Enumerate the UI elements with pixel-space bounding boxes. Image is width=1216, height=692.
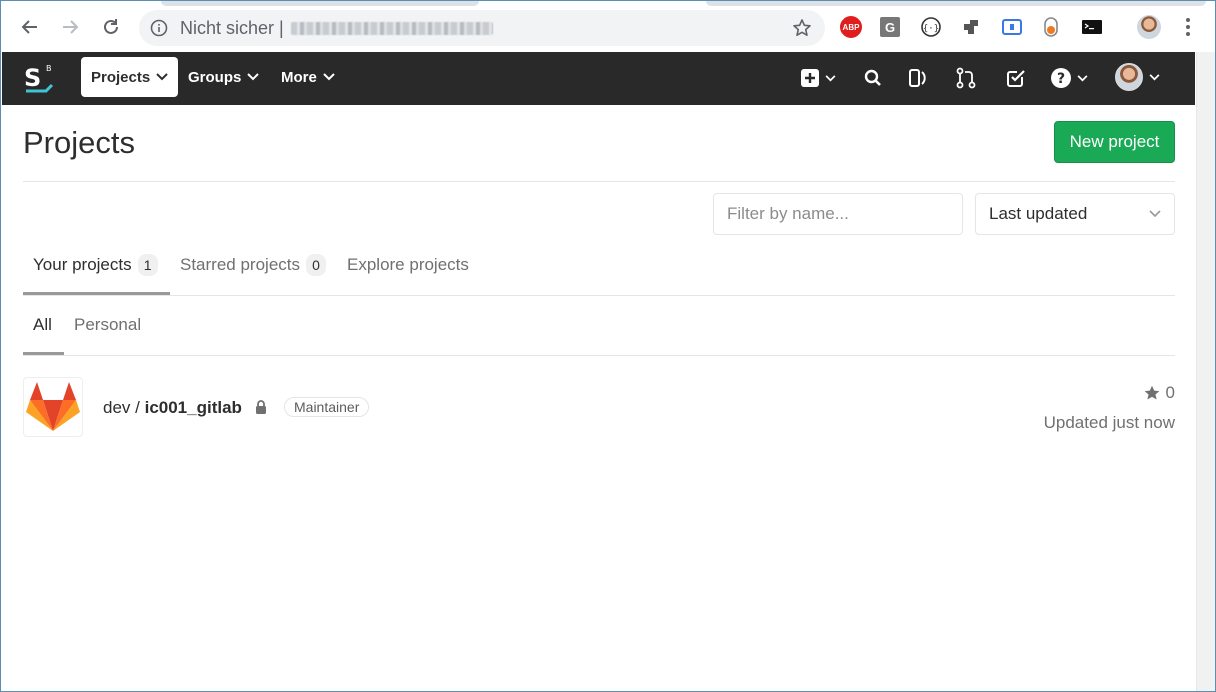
updated-timestamp: Updated just now bbox=[1043, 413, 1175, 432]
blurred-url bbox=[291, 22, 493, 35]
subtab-label: All bbox=[33, 315, 52, 334]
browser-window: Nicht sicher | ABP G {·} S B Projects Gr… bbox=[0, 0, 1216, 692]
merge-request-icon[interactable] bbox=[956, 65, 976, 91]
tab-strip-hint bbox=[706, 1, 1206, 6]
gesture-icon[interactable]: G bbox=[880, 17, 900, 37]
new-item-dropdown[interactable] bbox=[801, 65, 836, 91]
project-name: ic001_gitlab bbox=[144, 398, 242, 417]
tab-explore-projects[interactable]: Explore projects bbox=[347, 245, 469, 285]
tab-label: Your projects bbox=[33, 255, 132, 274]
subtab-personal[interactable]: Personal bbox=[74, 305, 141, 345]
user-menu-dropdown[interactable] bbox=[1115, 63, 1160, 91]
nav-groups-label: Groups bbox=[188, 68, 242, 86]
user-avatar[interactable] bbox=[1137, 15, 1161, 39]
screen-icon[interactable] bbox=[1001, 16, 1023, 38]
star-count-value: 0 bbox=[1165, 383, 1175, 402]
filter-by-name-input[interactable] bbox=[713, 193, 963, 235]
terminal-icon[interactable] bbox=[1081, 16, 1103, 38]
divider bbox=[23, 295, 1175, 296]
browser-toolbar: Nicht sicher | ABP G {·} bbox=[1, 1, 1215, 52]
address-bar[interactable]: Nicht sicher | bbox=[139, 10, 825, 46]
help-dropdown[interactable]: ? bbox=[1051, 65, 1088, 91]
project-row[interactable]: dev / ic001_gitlab Maintainer 0 Updated … bbox=[23, 377, 1175, 437]
todo-icon[interactable] bbox=[908, 65, 928, 91]
info-icon[interactable] bbox=[149, 18, 169, 38]
star-count[interactable]: 0 bbox=[1144, 383, 1175, 403]
gitlab-navbar: S B Projects Groups More ? bbox=[2, 52, 1195, 105]
security-label: Nicht sicher | bbox=[180, 18, 284, 38]
bookmark-star-icon[interactable] bbox=[791, 17, 813, 39]
svg-text:?: ? bbox=[1057, 71, 1065, 87]
checkbox-icon[interactable] bbox=[1006, 65, 1026, 91]
forward-arrow-icon[interactable] bbox=[56, 13, 84, 41]
svg-text:S: S bbox=[24, 64, 41, 92]
tab-label: Explore projects bbox=[347, 255, 469, 274]
nav-projects-dropdown[interactable]: Projects bbox=[81, 57, 179, 97]
page-title: Projects bbox=[23, 125, 135, 160]
tab-label: Starred projects bbox=[180, 255, 300, 274]
subtab-all[interactable]: All bbox=[33, 305, 52, 345]
chevron-down-icon bbox=[247, 73, 260, 81]
chevron-down-icon bbox=[1149, 73, 1160, 80]
chevron-down-icon bbox=[156, 73, 168, 81]
nav-more-label: More bbox=[281, 68, 317, 86]
gitlab-logo[interactable] bbox=[23, 377, 83, 437]
divider bbox=[23, 355, 1175, 356]
code-bracket-icon[interactable]: {·} bbox=[920, 16, 942, 38]
sort-selected-label: Last updated bbox=[989, 204, 1088, 223]
tab-starred-projects[interactable]: Starred projects 0 bbox=[180, 245, 326, 285]
divider bbox=[23, 181, 1175, 182]
reload-icon[interactable] bbox=[97, 13, 125, 41]
puzzle-icon[interactable] bbox=[960, 16, 982, 38]
tab-strip-hint bbox=[161, 1, 479, 6]
help-icon: ? bbox=[1051, 68, 1071, 88]
role-badge: Maintainer bbox=[284, 397, 370, 417]
chevron-down-icon bbox=[825, 74, 836, 81]
menu-dots-icon[interactable] bbox=[1177, 16, 1199, 38]
new-project-button[interactable]: New project bbox=[1054, 121, 1175, 163]
search-icon[interactable] bbox=[864, 65, 882, 91]
project-title-link[interactable]: dev / ic001_gitlab bbox=[103, 398, 242, 418]
vertical-scrollbar[interactable] bbox=[1196, 52, 1215, 691]
chevron-down-icon bbox=[1077, 74, 1088, 81]
chevron-down-icon bbox=[323, 73, 335, 81]
adblock-icon[interactable]: ABP bbox=[840, 16, 862, 38]
sort-dropdown[interactable]: Last updated bbox=[975, 193, 1175, 235]
lock-icon bbox=[255, 400, 267, 419]
tab-count-badge: 0 bbox=[306, 254, 326, 276]
project-namespace: dev / bbox=[103, 398, 145, 417]
tab-your-projects[interactable]: Your projects 1 bbox=[33, 245, 158, 285]
nav-projects-label: Projects bbox=[91, 68, 151, 86]
tab-count-badge: 1 bbox=[137, 254, 158, 276]
plus-icon bbox=[801, 69, 819, 87]
site-logo[interactable]: S B bbox=[22, 61, 58, 95]
svg-text:{·}: {·} bbox=[923, 24, 939, 34]
nav-groups-dropdown[interactable]: Groups bbox=[178, 57, 269, 97]
chevron-down-icon bbox=[1149, 210, 1161, 218]
star-icon bbox=[1144, 385, 1159, 400]
toggle-icon[interactable] bbox=[1040, 16, 1062, 38]
nav-more-dropdown[interactable]: More bbox=[271, 57, 345, 97]
subtab-label: Personal bbox=[74, 315, 142, 334]
user-avatar bbox=[1115, 63, 1143, 91]
back-arrow-icon[interactable] bbox=[16, 13, 44, 41]
svg-text:B: B bbox=[46, 64, 52, 73]
